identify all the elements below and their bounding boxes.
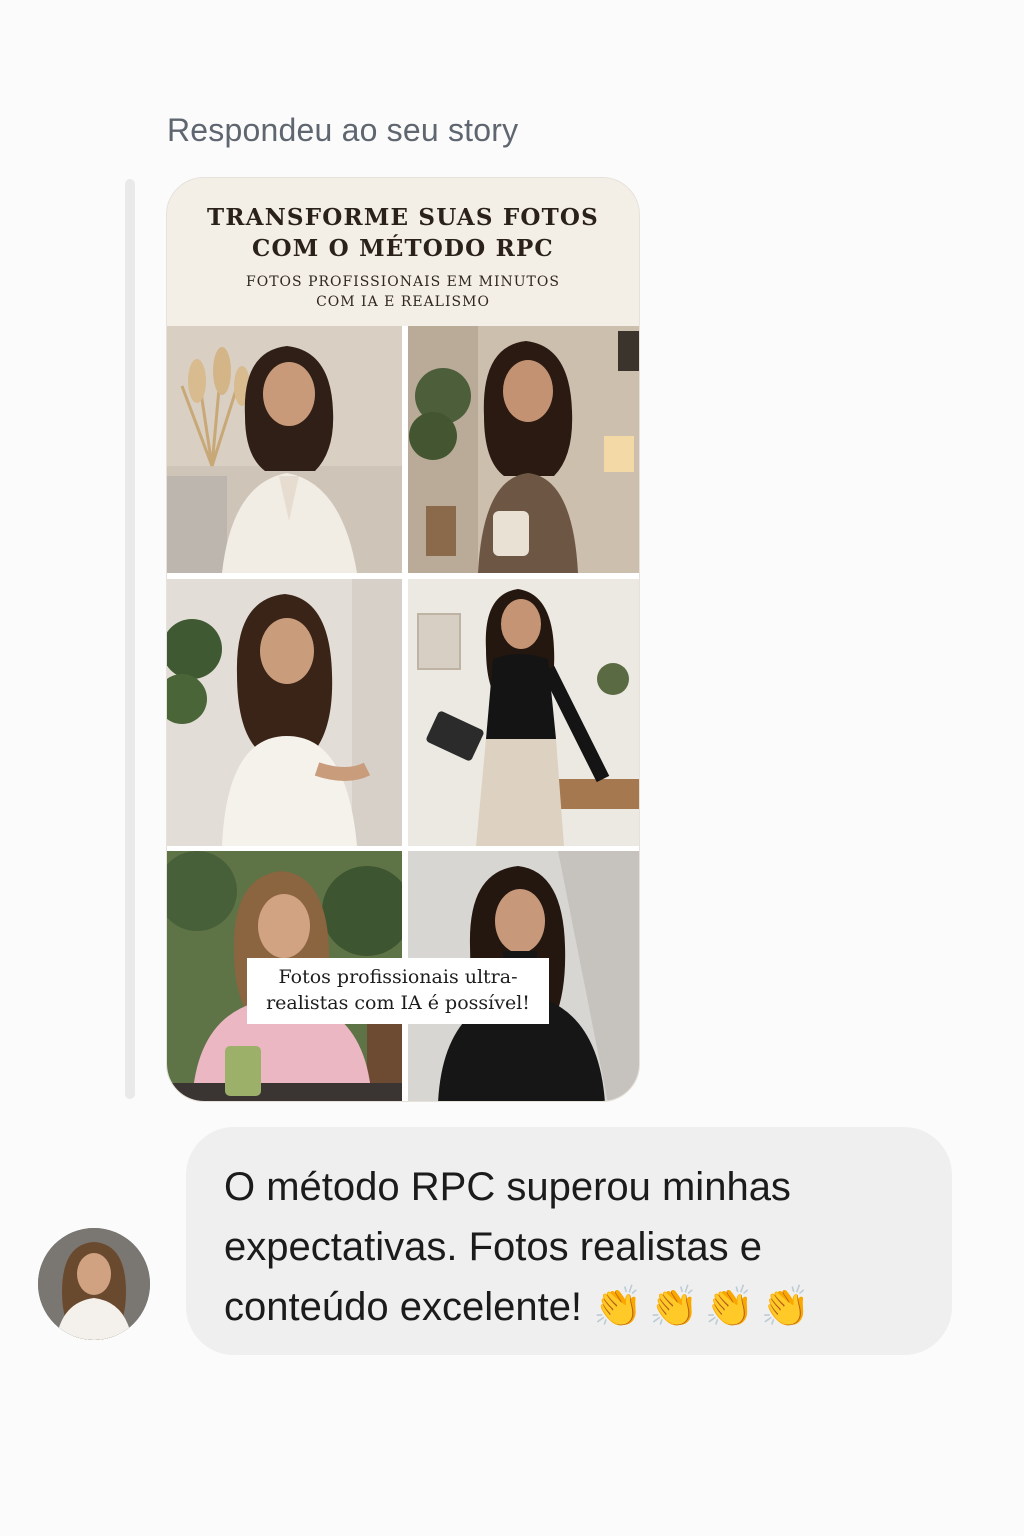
- caption-line-2: realistas com IA é possível!: [266, 992, 530, 1014]
- photo-white-sleeveless: [167, 579, 402, 846]
- sender-avatar[interactable]: [38, 1228, 150, 1340]
- photo-caption-box: Fotos profissionais ultra- realistas com…: [247, 958, 549, 1024]
- story-subtitle: FOTOS PROFISSIONAIS EM MINUTOS COM IA E …: [167, 272, 639, 312]
- story-header: TRANSFORME SUAS FOTOS COM O MÉTODO RPC F…: [167, 178, 639, 326]
- story-title-line-1: TRANSFORME SUAS FOTOS: [207, 204, 599, 231]
- story-title-line-2: COM O MÉTODO RPC: [252, 235, 554, 262]
- replied-to-story-label: Respondeu ao seu story: [167, 112, 519, 148]
- message-text: O método RPC superou minhas expectativas…: [224, 1157, 924, 1337]
- caption-line-1: Fotos profissionais ultra-: [278, 966, 518, 988]
- story-subtitle-line-2: COM IA E REALISMO: [316, 294, 490, 310]
- story-title: TRANSFORME SUAS FOTOS COM O MÉTODO RPC: [167, 202, 639, 264]
- photo-black-top-tablet: [408, 579, 639, 846]
- photo-brown-top-mug: [408, 326, 639, 573]
- clapping-hands-emoji: 👏👏👏👏: [593, 1285, 817, 1329]
- photo-white-blazer: [167, 326, 402, 573]
- story-subtitle-line-1: FOTOS PROFISSIONAIS EM MINUTOS: [246, 274, 560, 290]
- message-bubble[interactable]: O método RPC superou minhas expectativas…: [186, 1127, 952, 1355]
- reply-quote-bar: [125, 179, 135, 1099]
- photo-grid: Fotos profissionais ultra- realistas com…: [167, 326, 639, 1101]
- story-preview-card[interactable]: TRANSFORME SUAS FOTOS COM O MÉTODO RPC F…: [166, 177, 640, 1102]
